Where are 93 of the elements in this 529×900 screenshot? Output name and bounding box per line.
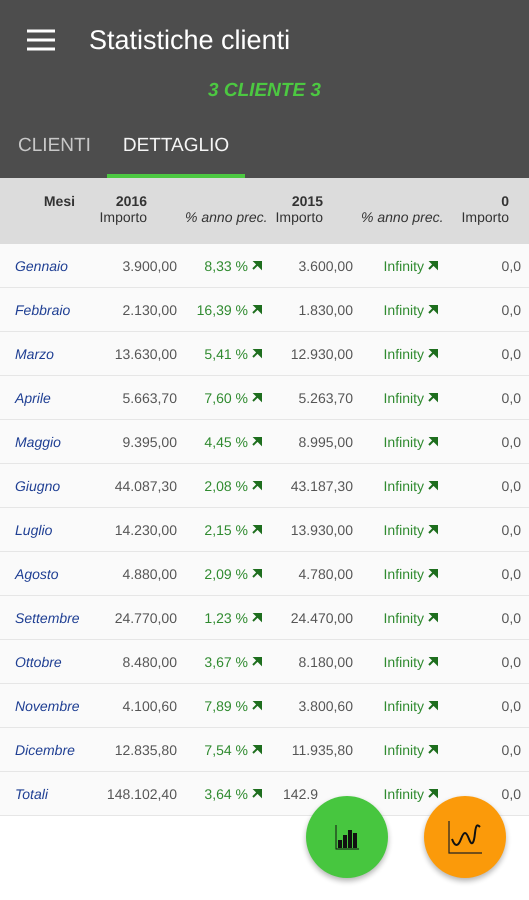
- year-header: 0: [500, 193, 510, 209]
- table-cell-text: 8.480,00: [122, 654, 178, 670]
- month-label: Settembre: [14, 610, 81, 626]
- table-cell-text: 148.102,40: [106, 786, 178, 802]
- client-name: 3 CLIENTE 3: [208, 80, 321, 101]
- month-label: Totali: [14, 786, 50, 802]
- table-cell-text: 0,0: [500, 742, 522, 758]
- table-cell-text: 8.180,00: [298, 654, 354, 670]
- change-value: Infinity: [384, 786, 424, 802]
- month-label: Agosto: [14, 566, 60, 582]
- tab[interactable]: CLIENTI: [2, 123, 107, 178]
- table-cell-text: 0,0: [500, 610, 522, 626]
- change-value: Infinity: [384, 302, 424, 318]
- table-cell-text: 4.100,60: [122, 698, 178, 714]
- change-value: Infinity: [384, 698, 424, 714]
- table-cell-text: 0,0: [500, 566, 522, 582]
- change-value: 7,60 %: [204, 390, 248, 406]
- change-value: 3,67 %: [204, 654, 248, 670]
- menu-icon[interactable]: [27, 29, 55, 51]
- bar-chart-icon: [334, 824, 360, 850]
- table-cell-text: 4.880,00: [122, 566, 178, 582]
- column-header: Importo: [274, 209, 324, 225]
- change-value: Infinity: [384, 346, 424, 362]
- month-label: Febbraio: [14, 302, 72, 318]
- change-value: 2,08 %: [204, 478, 248, 494]
- change-value: 1,23 %: [204, 610, 248, 626]
- change-value: Infinity: [384, 258, 424, 274]
- screen-title: Statistiche clienti: [89, 24, 290, 56]
- month-label: Marzo: [14, 346, 55, 362]
- table-cell-text: 13.930,00: [290, 522, 354, 538]
- table-cell-text: 142.9: [282, 786, 320, 802]
- change-value: 5,41 %: [204, 346, 248, 362]
- table-cell-text: 3.800,60: [298, 698, 354, 714]
- change-value: Infinity: [384, 390, 424, 406]
- table-cell-text: 0,0: [500, 478, 522, 494]
- change-value: Infinity: [384, 522, 424, 538]
- table-cell-text: 0,0: [500, 390, 522, 406]
- table-cell-text: 0,0: [500, 654, 522, 670]
- table-cell-text: 0,0: [500, 258, 522, 274]
- table-cell-text: 5.663,70: [122, 390, 178, 406]
- table-cell-text: 0,0: [500, 302, 522, 318]
- table-cell-text: 24.770,00: [114, 610, 178, 626]
- month-label: Gennaio: [14, 258, 69, 274]
- month-label: Luglio: [14, 522, 54, 538]
- table-cell-text: 1.830,00: [298, 302, 354, 318]
- table-cell-text: 9.395,00: [122, 434, 178, 450]
- table-cell-text: 0,0: [500, 346, 522, 362]
- change-value: 7,89 %: [204, 698, 248, 714]
- table-cell-text: 3.900,00: [122, 258, 178, 274]
- table-cell-text: 3.600,00: [298, 258, 354, 274]
- table-cell-text: 2.130,00: [122, 302, 178, 318]
- change-value: Infinity: [384, 478, 424, 494]
- change-value: 8,33 %: [204, 258, 248, 274]
- change-value: 3,64 %: [204, 786, 248, 802]
- table-cell-text: 24.470,00: [290, 610, 354, 626]
- month-label: Giugno: [14, 478, 62, 494]
- month-label: Aprile: [14, 390, 52, 406]
- month-label: Dicembre: [14, 742, 76, 758]
- change-value: Infinity: [384, 610, 424, 626]
- table-cell-text: 44.087,30: [114, 478, 178, 494]
- change-value: 2,15 %: [204, 522, 248, 538]
- change-value: Infinity: [384, 654, 424, 670]
- table-cell-text: 0,0: [500, 522, 522, 538]
- change-value: Infinity: [384, 742, 424, 758]
- table-cell-text: 0,0: [500, 786, 522, 802]
- table-cell-text: 12.930,00: [290, 346, 354, 362]
- column-header: Importo: [98, 209, 148, 225]
- table-cell-text: 12.835,80: [114, 742, 178, 758]
- table-cell-text: 13.630,00: [114, 346, 178, 362]
- table-cell-text: 0,0: [500, 698, 522, 714]
- change-value: Infinity: [384, 434, 424, 450]
- month-label: Novembre: [14, 698, 81, 714]
- change-value: Infinity: [384, 566, 424, 582]
- column-header: % anno prec.: [185, 209, 268, 225]
- table-cell-text: 8.995,00: [298, 434, 354, 450]
- change-value: 16,39 %: [196, 302, 248, 318]
- table-cell-text: 14.230,00: [114, 522, 178, 538]
- table-cell-text: 5.263,70: [298, 390, 354, 406]
- month-label: Ottobre: [14, 654, 63, 670]
- column-header: % anno prec.: [361, 209, 444, 225]
- line-chart-icon: [447, 819, 483, 855]
- table-cell-text: 43.187,30: [290, 478, 354, 494]
- change-value: 2,09 %: [204, 566, 248, 582]
- column-header: Importo: [460, 209, 510, 225]
- year-header: 2016: [114, 193, 148, 209]
- year-header: 2015: [290, 193, 324, 209]
- column-header: Mesi: [42, 193, 76, 209]
- table-cell-text: 0,0: [500, 434, 522, 450]
- table-cell-text: 4.780,00: [298, 566, 354, 582]
- table-cell-text: 11.935,80: [290, 742, 354, 758]
- change-value: 4,45 %: [204, 434, 248, 450]
- month-label: Maggio: [14, 434, 62, 450]
- change-value: 7,54 %: [204, 742, 248, 758]
